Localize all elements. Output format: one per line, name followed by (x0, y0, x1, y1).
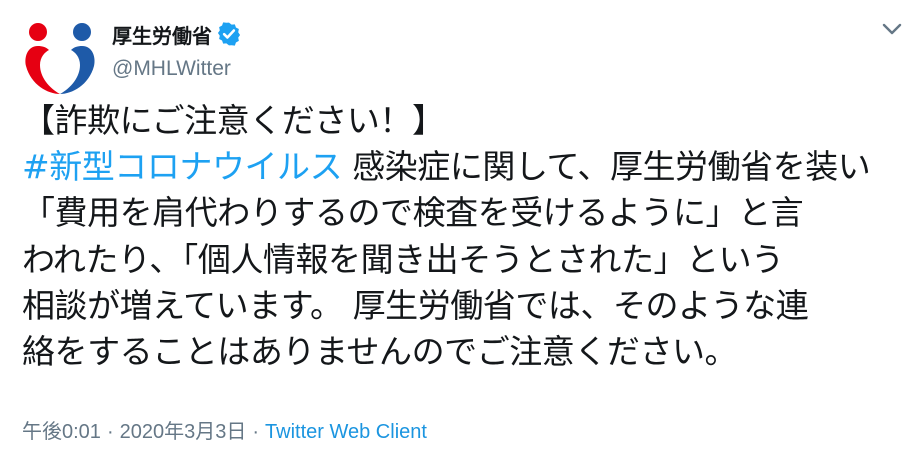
tweet-line-text: 感染症に関して、厚生労働省を装い (342, 147, 871, 187)
tweet-time[interactable]: 午後0:01 (22, 421, 101, 443)
tweet-line: 相談が増えています。 厚生労働省では、そのような連 (22, 283, 902, 329)
tweet-line-text: 絡をすることはありませんのでご注意ください。 (22, 331, 738, 371)
tweet-line-text: 相談が増えています。 厚生労働省では、そのような連 (22, 285, 809, 325)
account-header: 厚生労働省 @MHLWitter (112, 14, 242, 81)
meta-separator: · (106, 421, 114, 443)
tweet-meta: 午後0:01 · 2020年3月3日 · Twitter Web Client (22, 415, 427, 444)
tweet-text: 【詐欺にご注意ください！】 #新型コロナウイルス 感染症に関して、厚生労働省を装… (22, 98, 902, 375)
account-avatar[interactable] (18, 11, 102, 95)
display-name[interactable]: 厚生労働省 (112, 20, 212, 49)
tweet-line: われたり、「個人情報を聞き出そうとされた」という (22, 237, 902, 283)
account-handle[interactable]: @MHLWitter (112, 57, 242, 81)
chevron-down-icon[interactable] (882, 22, 902, 36)
tweet-line: #新型コロナウイルス 感染症に関して、厚生労働省を装い (22, 144, 902, 190)
mhlw-logo-icon (25, 23, 95, 94)
tweet-line: 「費用を肩代わりするので検査を受けるように」と言 (22, 190, 902, 236)
tweet-date[interactable]: 2020年3月3日 (120, 421, 247, 443)
tweet-line: 【詐欺にご注意ください！】 (22, 98, 902, 144)
tweet-line-text: われたり、「個人情報を聞き出そうとされた」という (22, 239, 784, 279)
meta-separator: · (252, 421, 260, 443)
tweet-line-text: 【詐欺にご注意ください！】 (22, 101, 445, 140)
name-row: 厚生労働省 (112, 14, 242, 54)
verified-badge-icon (217, 22, 241, 46)
hashtag-link[interactable]: #新型コロナウイルス (22, 147, 343, 186)
tweet-line-text: 「費用を肩代わりするので検査を受けるように」と言 (22, 193, 804, 233)
tweet-line: 絡をすることはありませんのでご注意ください。 (22, 329, 902, 375)
client-link[interactable]: Twitter Web Client (265, 421, 427, 443)
